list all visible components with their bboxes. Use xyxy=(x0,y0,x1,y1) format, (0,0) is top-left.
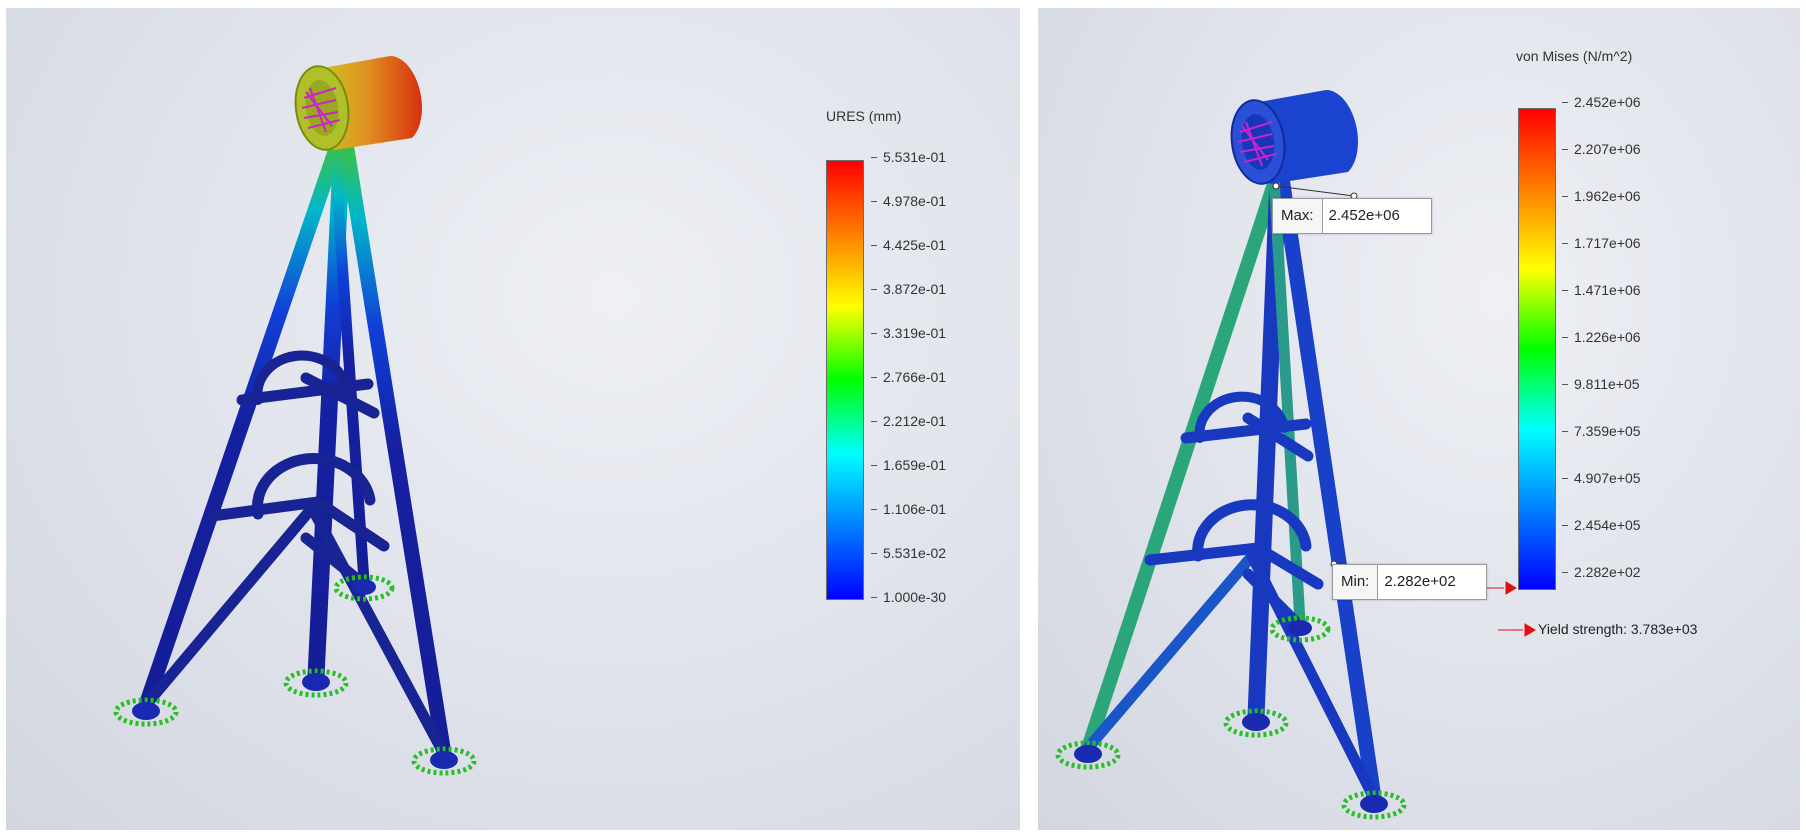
legend-tick: 7.359e+05 xyxy=(1562,423,1641,439)
motor-housing xyxy=(294,55,422,151)
max-probe-caption: Max: xyxy=(1273,199,1323,233)
legend-tick: 4.907e+05 xyxy=(1562,470,1641,486)
legend-tick: 3.319e-01 xyxy=(870,325,947,341)
legend-tick: 4.978e-01 xyxy=(870,193,947,209)
legend-title: URES (mm) xyxy=(826,108,902,124)
legend-tick: 5.531e-02 xyxy=(870,545,947,561)
legend-tick: 4.425e-01 xyxy=(870,237,947,253)
legend-tick: 2.212e-01 xyxy=(870,413,947,429)
min-probe-value: 2.282e+02 xyxy=(1384,573,1456,590)
color-scale-bar xyxy=(1518,108,1556,590)
legend-tick: 1.659e-01 xyxy=(870,457,947,473)
legend-title: von Mises (N/m^2) xyxy=(1516,48,1633,64)
legend-tick: 9.811e+05 xyxy=(1562,376,1640,392)
max-probe-value: 2.452e+06 xyxy=(1328,207,1400,224)
motor-housing xyxy=(1230,89,1358,185)
viewport-displacement[interactable]: URES (mm) 5.531e-01 4.978e-01 4.425e-01 … xyxy=(6,8,1020,830)
color-scale-bar xyxy=(826,160,864,600)
legend-tick: 2.282e+02 xyxy=(1562,564,1641,580)
yield-strength-label: Yield strength: 3.783e+03 xyxy=(1538,621,1698,637)
legend-tick: 2.454e+05 xyxy=(1562,517,1641,533)
legend-tick: 1.471e+06 xyxy=(1562,282,1641,298)
yield-marker xyxy=(1484,581,1536,637)
legend-tick: 1.000e-30 xyxy=(870,589,947,605)
viewport-stress[interactable]: von Mises (N/m^2) 2.452e+06 2.207e+06 1.… xyxy=(1038,8,1800,830)
legend-tick: 1.226e+06 xyxy=(1562,329,1641,345)
legend-tick: 2.766e-01 xyxy=(870,369,947,385)
legend-tick: 2.207e+06 xyxy=(1562,141,1641,157)
legend-tick: 1.717e+06 xyxy=(1562,235,1641,251)
legend-tick: 1.106e-01 xyxy=(870,501,947,517)
legend-tick: 1.962e+06 xyxy=(1562,188,1641,204)
max-probe-label[interactable]: Max: 2.452e+06 xyxy=(1272,198,1432,234)
model-displacement[interactable] xyxy=(6,8,1020,830)
min-probe-label[interactable]: Min: 2.282e+02 xyxy=(1332,564,1488,600)
min-probe-caption: Min: xyxy=(1333,565,1379,599)
legend-tick: 5.531e-01 xyxy=(870,149,947,165)
legend-tick: 3.872e-01 xyxy=(870,281,947,297)
model-stress[interactable] xyxy=(1038,8,1800,830)
legend-tick: 2.452e+06 xyxy=(1562,94,1641,110)
